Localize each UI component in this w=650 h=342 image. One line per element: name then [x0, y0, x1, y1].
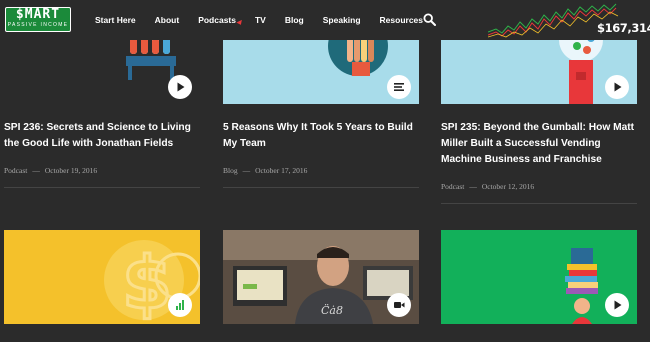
card-divider	[223, 187, 419, 188]
play-icon	[614, 300, 622, 310]
post-meta: Podcast — October 19, 2016	[4, 166, 97, 175]
logo-plate: $MART PASSIVE INCOME	[6, 8, 70, 31]
nav-tv[interactable]: TV	[255, 13, 266, 27]
earnings-counter: $167,314.3	[597, 21, 650, 35]
post-meta: Podcast — October 12, 2016	[441, 182, 534, 191]
post-category[interactable]: Podcast	[441, 182, 464, 191]
svg-text:C̈ȧ8: C̈ȧ8	[321, 304, 343, 317]
post-card[interactable]: $	[4, 230, 200, 342]
post-category[interactable]: Blog	[223, 166, 238, 175]
svg-text:$: $	[122, 241, 172, 324]
video-camera-icon	[394, 302, 405, 308]
meta-separator: —	[469, 182, 477, 191]
card-divider	[441, 203, 637, 204]
logo-text: $MART	[15, 7, 61, 22]
play-icon	[614, 82, 622, 92]
post-date: October 17, 2016	[255, 166, 308, 175]
post-meta: Blog — October 17, 2016	[223, 166, 307, 175]
article-icon	[394, 83, 404, 91]
post-title[interactable]: 5 Reasons Why It Took 5 Years to Build M…	[223, 120, 423, 152]
post-type-badge[interactable]	[605, 75, 629, 99]
meta-separator: —	[242, 166, 251, 175]
logo-tagline: PASSIVE INCOME	[7, 22, 69, 28]
nav-about[interactable]: About	[155, 13, 180, 27]
chart-icon	[176, 300, 184, 310]
nav-start-here[interactable]: Start Here	[95, 13, 136, 27]
post-type-badge[interactable]	[387, 293, 411, 317]
post-category[interactable]: Podcast	[4, 166, 27, 175]
post-thumbnail[interactable]	[441, 230, 637, 324]
nav-speaking[interactable]: Speaking	[323, 13, 361, 27]
post-card[interactable]: C̈ȧ8	[223, 230, 419, 342]
nav-blog[interactable]: Blog	[285, 13, 304, 27]
post-date: October 19, 2016	[44, 166, 98, 175]
card-divider	[4, 187, 200, 188]
post-type-badge[interactable]	[387, 75, 411, 99]
post-type-badge[interactable]	[605, 293, 629, 317]
nav-resources[interactable]: Resources	[380, 13, 423, 27]
site-logo[interactable]: $MART PASSIVE INCOME	[5, 7, 71, 32]
meta-separator: —	[32, 166, 40, 175]
post-thumbnail[interactable]: C̈ȧ8	[223, 230, 419, 324]
post-title[interactable]: SPI 235: Beyond the Gumball: How Matt Mi…	[441, 120, 641, 168]
post-thumbnail[interactable]: $	[4, 230, 200, 324]
nav-podcasts[interactable]: Podcasts	[198, 13, 236, 27]
play-icon	[177, 82, 185, 92]
post-type-badge[interactable]	[168, 75, 192, 99]
post-card[interactable]	[441, 230, 637, 342]
post-date: October 12, 2016	[481, 182, 535, 191]
main-nav: Start Here About Podcasts TV Blog Speaki…	[95, 13, 442, 27]
site-header: $MART PASSIVE INCOME Start Here About Po…	[0, 0, 650, 40]
search-icon[interactable]	[423, 13, 436, 26]
post-title[interactable]: SPI 236: Secrets and Science to Living t…	[4, 120, 204, 152]
post-type-badge[interactable]	[168, 293, 192, 317]
